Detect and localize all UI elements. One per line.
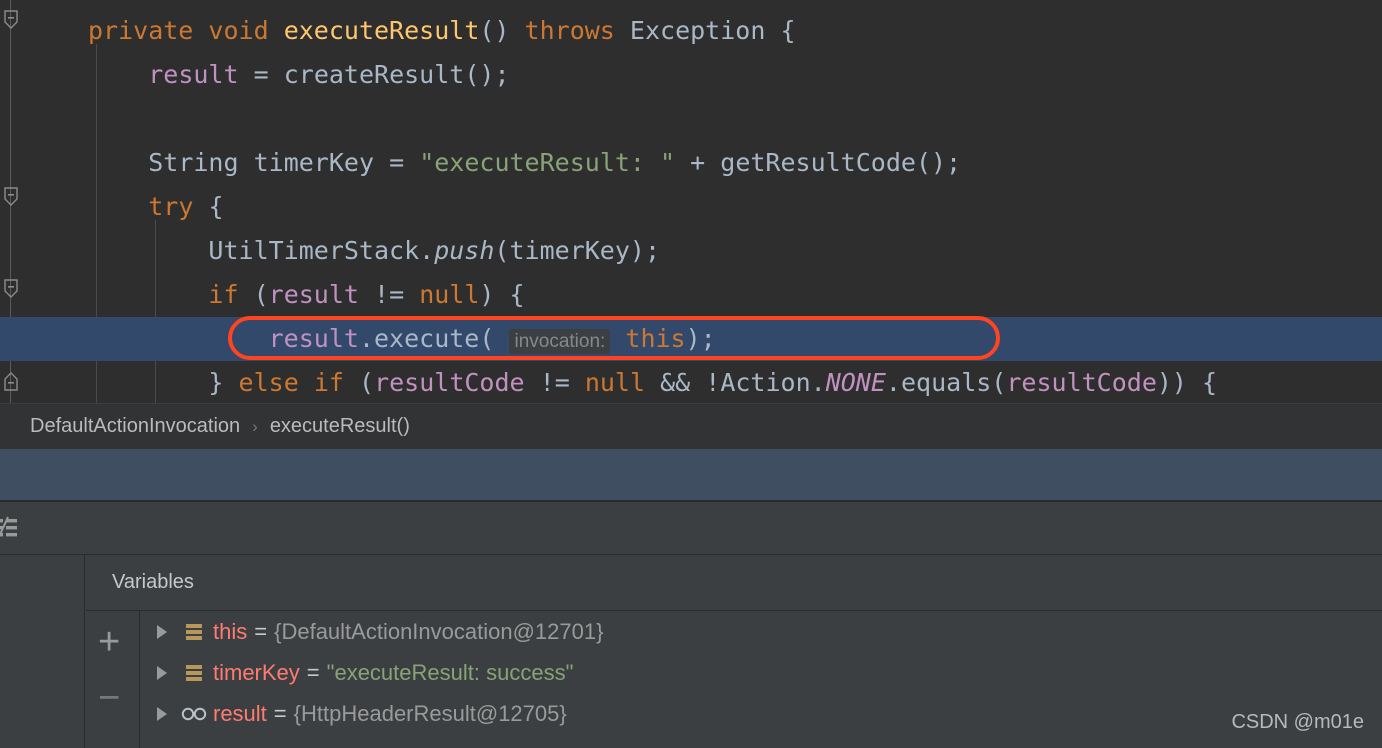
expand-triangle-icon[interactable] [151, 693, 173, 734]
code-line-blank[interactable] [0, 97, 1382, 141]
code-line[interactable]: try { [0, 185, 1382, 229]
breadcrumb-method[interactable]: executeResult() [270, 415, 410, 438]
variable-name: result [213, 701, 267, 726]
frames-list-icon[interactable] [0, 516, 20, 540]
selected-frame-strip[interactable] [0, 449, 1382, 501]
object-field-icon [181, 611, 207, 652]
expand-triangle-icon[interactable] [151, 652, 173, 693]
code-line[interactable]: private void executeResult() throws Exce… [0, 9, 1382, 53]
variable-value: {HttpHeaderResult@12705} [293, 701, 567, 726]
code-editor[interactable]: private void executeResult() throws Exce… [0, 0, 1382, 403]
debugger-main-column: Variables + − this = {DefaultActionInvoc… [86, 555, 1382, 748]
watch-glasses-icon [181, 693, 207, 734]
watermark: CSDN @m01e [1231, 711, 1364, 733]
code-line[interactable]: result = createResult(); [0, 53, 1382, 97]
debugger-toolbar-strip[interactable] [0, 502, 1382, 555]
expand-triangle-icon[interactable] [151, 734, 173, 748]
inline-parameter-hint: invocation: [509, 329, 611, 354]
breadcrumb-class[interactable]: DefaultActionInvocation [30, 415, 240, 438]
debugger-panel: Variables + − this = {DefaultActionInvoc… [0, 555, 1382, 748]
list-item[interactable]: result = {HttpHeaderResult@12705} [141, 693, 1382, 734]
code-line[interactable]: UtilTimerStack.push(timerKey); [0, 229, 1382, 273]
variables-toolbar[interactable]: + − [86, 611, 140, 748]
object-field-icon [181, 652, 207, 693]
code-line[interactable]: if (result != null) { [0, 273, 1382, 317]
code-line-current[interactable]: result.execute( invocation: this); [0, 317, 1382, 361]
variable-value: "executeResult: success" [326, 660, 574, 685]
code-line[interactable]: } else if (resultCode != null && !Action… [0, 361, 1382, 403]
equals-sign: = [273, 701, 287, 726]
list-item[interactable] [141, 734, 1382, 748]
remove-watch-button[interactable]: − [98, 679, 120, 717]
breadcrumb[interactable]: DefaultActionInvocation › executeResult(… [0, 403, 1382, 449]
expand-triangle-icon[interactable] [151, 611, 173, 652]
chevron-right-icon: › [252, 416, 258, 436]
variable-name: this [213, 619, 248, 644]
code-text-area[interactable]: private void executeResult() throws Exce… [0, 0, 1382, 403]
equals-sign: = [306, 660, 320, 685]
variables-list[interactable]: this = {DefaultActionInvocation@12701} t… [141, 611, 1382, 748]
variable-name: timerKey [213, 660, 300, 685]
equals-sign: = [254, 619, 268, 644]
debugger-left-column [0, 555, 85, 748]
tab-variables[interactable]: Variables [112, 571, 194, 594]
code-line[interactable]: String timerKey = "executeResult: " + ge… [0, 141, 1382, 185]
variables-tabbar[interactable]: Variables [86, 555, 1382, 611]
add-watch-button[interactable]: + [98, 623, 120, 661]
ide-screenshot-root: private void executeResult() throws Exce… [0, 0, 1382, 748]
list-item[interactable]: this = {DefaultActionInvocation@12701} [141, 611, 1382, 652]
list-item[interactable]: timerKey = "executeResult: success" [141, 652, 1382, 693]
variable-value: {DefaultActionInvocation@12701} [274, 619, 604, 644]
